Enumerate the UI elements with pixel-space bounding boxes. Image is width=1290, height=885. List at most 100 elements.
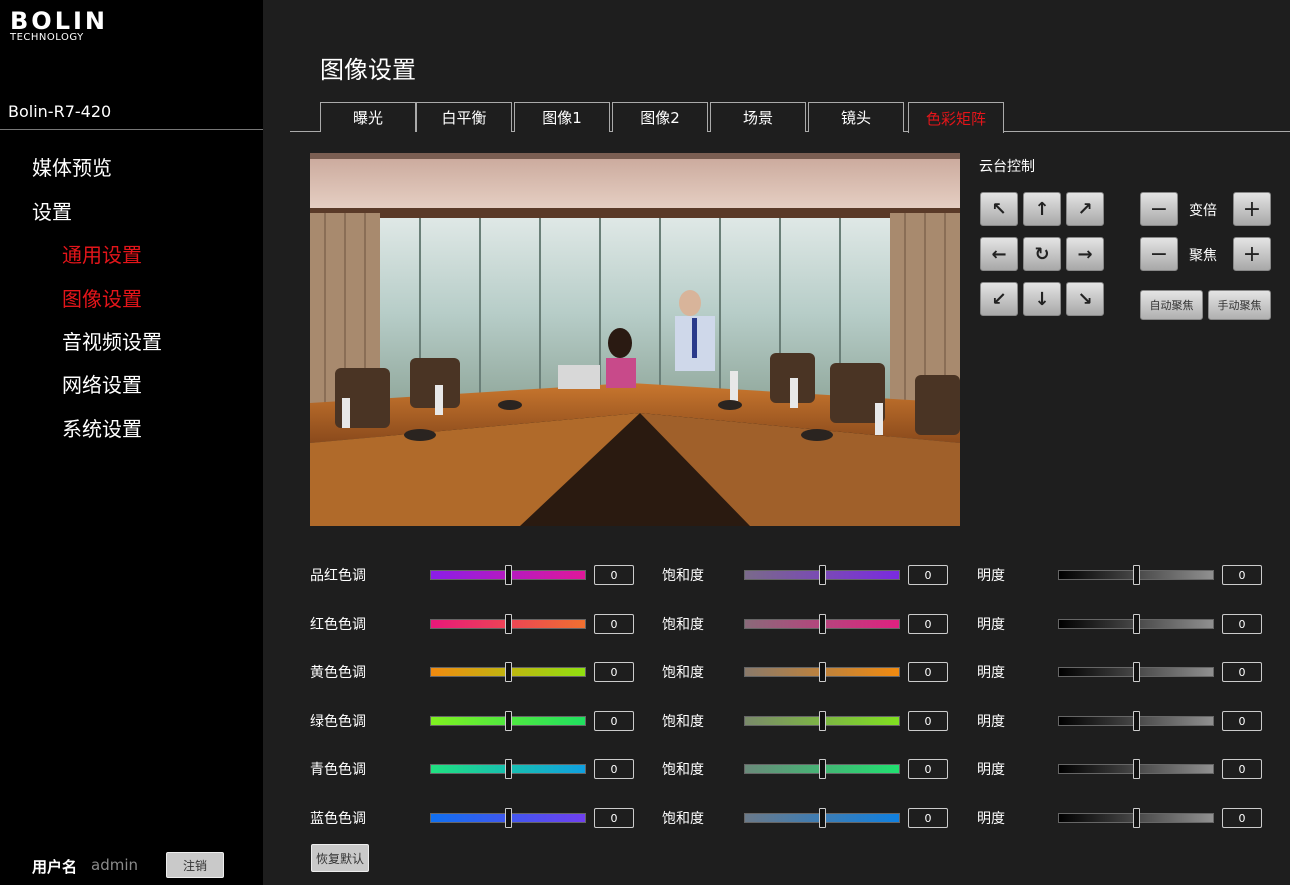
saturation-slider[interactable] <box>744 614 900 634</box>
brightness-slider-thumb[interactable] <box>1132 662 1140 682</box>
auto-focus-button[interactable]: 自动聚焦 <box>1140 290 1203 320</box>
hue-slider[interactable] <box>430 759 586 779</box>
hue-slider-thumb[interactable] <box>504 565 512 585</box>
nav-system-settings[interactable]: 系统设置 <box>62 413 142 442</box>
saturation-value-box[interactable]: 0 <box>908 662 948 682</box>
nav-media-preview[interactable]: 媒体预览 <box>32 152 112 181</box>
saturation-value-box[interactable]: 0 <box>908 759 948 779</box>
tab-image1[interactable]: 图像1 <box>514 102 610 132</box>
hue-slider[interactable] <box>430 614 586 634</box>
tab-exposure[interactable]: 曝光 <box>320 102 416 132</box>
brightness-value-box[interactable]: 0 <box>1222 711 1262 731</box>
focus-out-button[interactable]: − <box>1140 237 1178 271</box>
saturation-label: 饱和度 <box>662 811 704 827</box>
hue-slider-thumb[interactable] <box>504 614 512 634</box>
saturation-value-box[interactable]: 0 <box>908 808 948 828</box>
divider <box>0 129 263 130</box>
hue-value-box[interactable]: 0 <box>594 614 634 634</box>
saturation-value-box[interactable]: 0 <box>908 565 948 585</box>
saturation-slider-thumb[interactable] <box>818 711 826 731</box>
hue-value-box[interactable]: 0 <box>594 662 634 682</box>
nav-network-settings[interactable]: 网络设置 <box>62 369 142 398</box>
tab-image2[interactable]: 图像2 <box>612 102 708 132</box>
brightness-value-box[interactable]: 0 <box>1222 808 1262 828</box>
zoom-out-button[interactable]: − <box>1140 192 1178 226</box>
saturation-slider[interactable] <box>744 662 900 682</box>
saturation-slider-thumb[interactable] <box>818 565 826 585</box>
saturation-slider[interactable] <box>744 759 900 779</box>
brightness-slider-thumb[interactable] <box>1132 614 1140 634</box>
tab-color-matrix[interactable]: 色彩矩阵 <box>908 102 1004 133</box>
hue-value-box[interactable]: 0 <box>594 808 634 828</box>
tab-lens[interactable]: 镜头 <box>808 102 904 132</box>
brightness-slider[interactable] <box>1058 808 1214 828</box>
brightness-label: 明度 <box>977 811 1005 827</box>
brightness-slider[interactable] <box>1058 565 1214 585</box>
focus-label: 聚焦 <box>1189 248 1217 264</box>
brightness-slider-thumb[interactable] <box>1132 759 1140 779</box>
hue-value-box[interactable]: 0 <box>594 759 634 779</box>
hue-slider[interactable] <box>430 565 586 585</box>
focus-in-button[interactable]: + <box>1233 237 1271 271</box>
nav-settings[interactable]: 设置 <box>32 196 72 225</box>
brightness-slider[interactable] <box>1058 614 1214 634</box>
saturation-slider[interactable] <box>744 711 900 731</box>
arrow-down-icon[interactable]: ↓ <box>1023 282 1061 316</box>
hue-label: 蓝色色调 <box>310 811 366 827</box>
hue-value-box[interactable]: 0 <box>594 565 634 585</box>
bolin-logo: BOLIN TECHNOLOGY <box>10 9 150 50</box>
hue-slider-thumb[interactable] <box>504 711 512 731</box>
saturation-label: 饱和度 <box>662 665 704 681</box>
brightness-label: 明度 <box>977 568 1005 584</box>
hue-slider-thumb[interactable] <box>504 662 512 682</box>
brightness-value-box[interactable]: 0 <box>1222 759 1262 779</box>
saturation-slider[interactable] <box>744 808 900 828</box>
page-title: 图像设置 <box>320 56 416 84</box>
saturation-label: 饱和度 <box>662 568 704 584</box>
brightness-value-box[interactable]: 0 <box>1222 614 1262 634</box>
logout-button[interactable]: 注销 <box>166 852 224 878</box>
restore-defaults-button[interactable]: 恢复默认 <box>311 844 369 872</box>
tab-scene[interactable]: 场景 <box>710 102 806 132</box>
brightness-slider[interactable] <box>1058 759 1214 779</box>
brightness-label: 明度 <box>977 665 1005 681</box>
nav-av-settings[interactable]: 音视频设置 <box>62 326 162 355</box>
video-preview[interactable] <box>310 153 960 526</box>
hue-label: 品红色调 <box>310 568 366 584</box>
hue-slider-thumb[interactable] <box>504 759 512 779</box>
saturation-slider-thumb[interactable] <box>818 614 826 634</box>
hue-value-box[interactable]: 0 <box>594 711 634 731</box>
tab-white-balance[interactable]: 白平衡 <box>416 102 512 132</box>
hue-slider[interactable] <box>430 808 586 828</box>
arrow-left-icon[interactable]: ← <box>980 237 1018 271</box>
brightness-value-box[interactable]: 0 <box>1222 662 1262 682</box>
sidebar: BOLIN TECHNOLOGY Bolin-R7-420 媒体预览 设置 通用… <box>0 0 263 885</box>
arrow-up-left-icon[interactable]: ↖ <box>980 192 1018 226</box>
nav-image-settings[interactable]: 图像设置 <box>62 283 142 312</box>
arrow-up-right-icon[interactable]: ↗ <box>1066 192 1104 226</box>
brightness-slider-thumb[interactable] <box>1132 808 1140 828</box>
saturation-slider-thumb[interactable] <box>818 662 826 682</box>
reset-rotate-icon[interactable]: ↻ <box>1023 237 1061 271</box>
arrow-down-left-icon[interactable]: ↙ <box>980 282 1018 316</box>
arrow-up-icon[interactable]: ↑ <box>1023 192 1061 226</box>
brightness-slider[interactable] <box>1058 662 1214 682</box>
saturation-slider[interactable] <box>744 565 900 585</box>
brightness-value-box[interactable]: 0 <box>1222 565 1262 585</box>
saturation-value-box[interactable]: 0 <box>908 614 948 634</box>
brightness-slider[interactable] <box>1058 711 1214 731</box>
saturation-slider-thumb[interactable] <box>818 808 826 828</box>
hue-slider[interactable] <box>430 711 586 731</box>
hue-slider[interactable] <box>430 662 586 682</box>
manual-focus-button[interactable]: 手动聚焦 <box>1208 290 1271 320</box>
zoom-in-button[interactable]: + <box>1233 192 1271 226</box>
nav-general-settings[interactable]: 通用设置 <box>62 239 142 268</box>
saturation-value-box[interactable]: 0 <box>908 711 948 731</box>
arrow-right-icon[interactable]: → <box>1066 237 1104 271</box>
brightness-slider-thumb[interactable] <box>1132 565 1140 585</box>
arrow-down-right-icon[interactable]: ↘ <box>1066 282 1104 316</box>
saturation-slider-thumb[interactable] <box>818 759 826 779</box>
brightness-slider-thumb[interactable] <box>1132 711 1140 731</box>
hue-slider-thumb[interactable] <box>504 808 512 828</box>
hue-label: 红色色调 <box>310 617 366 633</box>
